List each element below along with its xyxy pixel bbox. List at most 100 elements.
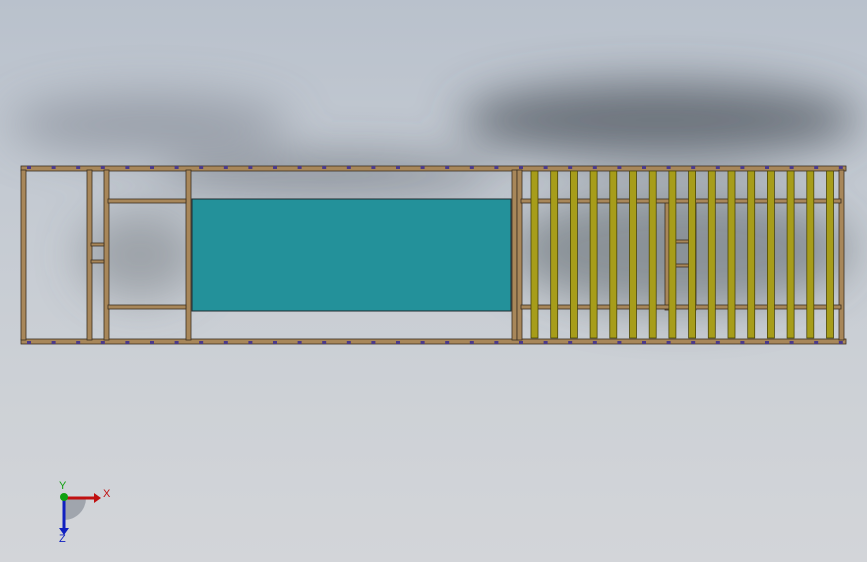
- bolt: [617, 341, 622, 344]
- bolt: [273, 166, 277, 169]
- bolt: [617, 166, 622, 169]
- right-end-post: [838, 169, 845, 341]
- bolt: [100, 341, 105, 344]
- bolt: [125, 341, 130, 344]
- post-2: [103, 169, 110, 341]
- bolt: [420, 166, 425, 169]
- bolt: [642, 166, 646, 169]
- bolt: [691, 166, 696, 169]
- bolt: [519, 341, 523, 344]
- bolt: [642, 341, 646, 344]
- graphics-viewport[interactable]: X Y Z: [0, 0, 867, 562]
- bolt: [568, 166, 573, 169]
- bolt: [150, 341, 154, 344]
- roller: [609, 170, 618, 339]
- bolt: [396, 166, 400, 169]
- roller: [727, 170, 736, 339]
- post-1: [86, 169, 93, 341]
- coordinate-triad: X Y Z: [59, 480, 111, 545]
- roller: [570, 170, 578, 339]
- bolt: [543, 166, 548, 169]
- bolt: [346, 166, 351, 169]
- bolt: [199, 166, 204, 169]
- bolt: [814, 166, 819, 169]
- roller: [668, 170, 677, 339]
- bolt: [715, 341, 720, 344]
- bolt: [740, 341, 745, 344]
- bolt: [223, 166, 228, 169]
- bolt: [666, 341, 671, 344]
- model-view[interactable]: X Y Z: [0, 0, 867, 562]
- roller: [767, 170, 775, 339]
- bolt: [51, 166, 56, 169]
- bolt: [51, 341, 56, 344]
- triad-shadow: [64, 498, 86, 520]
- bolt: [248, 341, 253, 344]
- bolt: [322, 166, 327, 169]
- bolt: [469, 341, 474, 344]
- teal-panel[interactable]: [191, 198, 512, 312]
- center-post: [511, 169, 518, 341]
- bolt: [543, 341, 548, 344]
- bolt: [445, 166, 450, 169]
- bolt: [125, 166, 130, 169]
- bracket-left-upper: [90, 242, 105, 247]
- bolt: [273, 341, 277, 344]
- bolt: [789, 166, 794, 169]
- bottom-rail: [20, 338, 847, 345]
- bolt: [150, 166, 154, 169]
- bolt: [27, 166, 31, 169]
- roller: [826, 170, 834, 339]
- bolt: [765, 341, 769, 344]
- bolt: [248, 166, 253, 169]
- bolt: [223, 341, 228, 344]
- bolt: [27, 341, 31, 344]
- bracket-left-lower: [90, 259, 105, 264]
- center-post-b: [516, 169, 523, 341]
- bolt: [322, 341, 327, 344]
- roller: [747, 170, 756, 339]
- roller: [688, 170, 696, 339]
- bolt: [494, 166, 499, 169]
- x-axis-label: X: [103, 488, 111, 500]
- bolt: [765, 166, 769, 169]
- bolt: [715, 166, 720, 169]
- bolt: [420, 341, 425, 344]
- roller: [550, 170, 559, 339]
- crossbeam-left-lower: [107, 304, 187, 310]
- bolt: [469, 166, 474, 169]
- bolt: [445, 341, 450, 344]
- bolt: [100, 166, 105, 169]
- bolt: [494, 341, 499, 344]
- roller: [589, 170, 598, 339]
- bolt: [666, 166, 671, 169]
- z-axis-label: Z: [59, 533, 66, 545]
- bolt: [76, 166, 81, 169]
- y-axis-label: Y: [59, 480, 67, 492]
- roller: [806, 170, 815, 339]
- bolt: [519, 166, 523, 169]
- crossbeam-left-upper: [107, 198, 187, 204]
- bolt: [297, 166, 302, 169]
- bolt: [371, 166, 376, 169]
- bolt: [297, 341, 302, 344]
- x-axis-arrowhead: [94, 493, 101, 503]
- roller: [530, 170, 539, 339]
- bolt: [76, 341, 81, 344]
- roller: [786, 170, 795, 339]
- bolt: [592, 341, 597, 344]
- bolt: [740, 166, 745, 169]
- bolt: [592, 166, 597, 169]
- left-end-post: [20, 169, 27, 341]
- inner-post-a: [664, 199, 670, 311]
- top-rail: [20, 165, 847, 172]
- post-3: [185, 169, 192, 341]
- bolt: [814, 341, 819, 344]
- bolt: [838, 166, 843, 169]
- bolt: [568, 341, 573, 344]
- bolt: [174, 166, 179, 169]
- bolt: [174, 341, 179, 344]
- roller: [648, 170, 657, 339]
- bolt: [199, 341, 204, 344]
- bolt: [396, 341, 400, 344]
